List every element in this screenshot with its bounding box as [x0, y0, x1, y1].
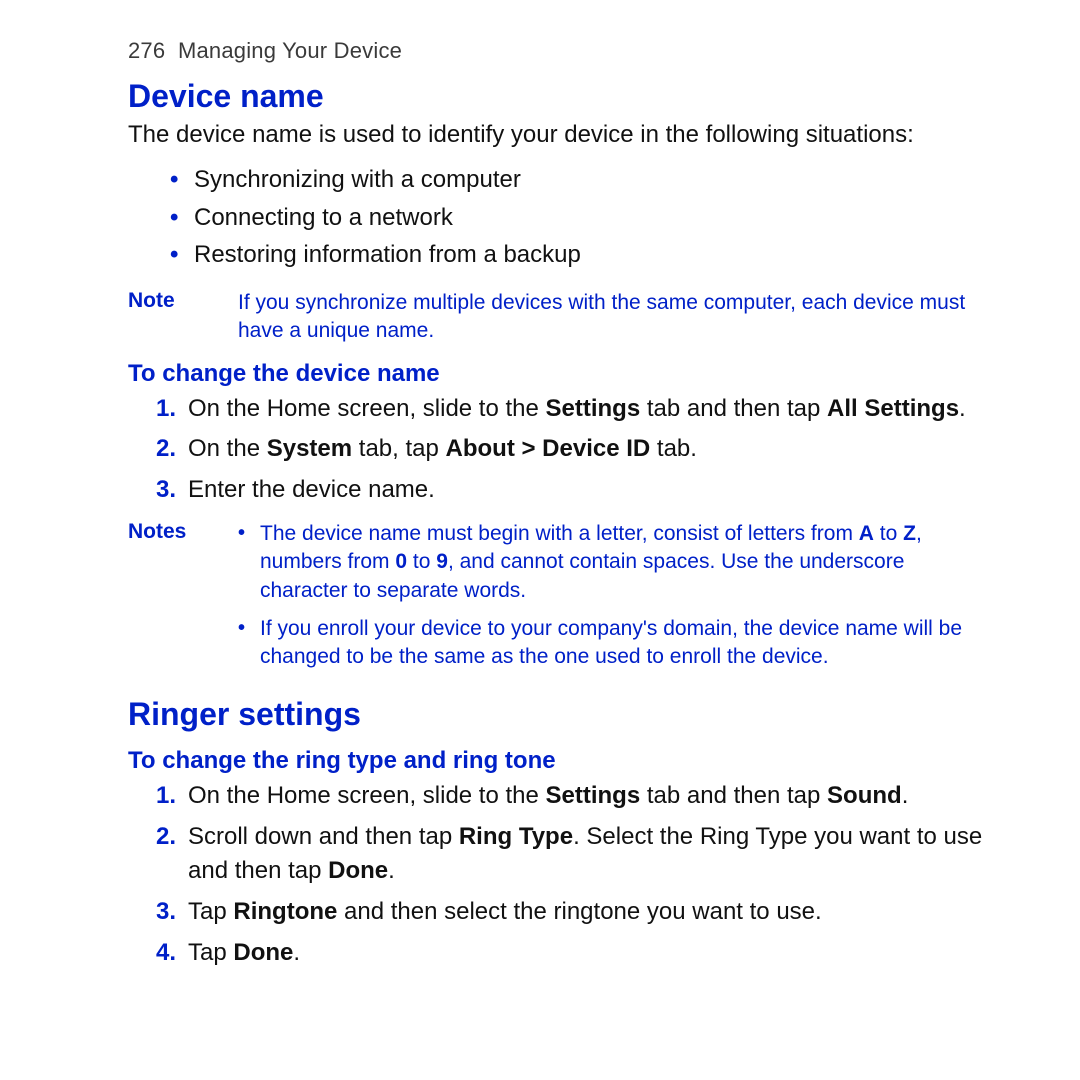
- note-body: If you synchronize multiple devices with…: [238, 289, 988, 346]
- list-item: Synchronizing with a computer: [170, 161, 988, 198]
- section-heading-device-name: Device name: [128, 78, 988, 115]
- step-item: Scroll down and then tap Ring Type. Sele…: [156, 820, 988, 890]
- ordered-steps-device-name: On the Home screen, slide to the Setting…: [128, 392, 988, 508]
- bullet-list-device-name: Synchronizing with a computer Connecting…: [128, 161, 988, 273]
- step-item: On the System tab, tap About > Device ID…: [156, 432, 988, 467]
- intro-text: The device name is used to identify your…: [128, 119, 988, 151]
- ordered-steps-ringer: On the Home screen, slide to the Setting…: [128, 779, 988, 971]
- step-item: On the Home screen, slide to the Setting…: [156, 779, 988, 814]
- section-heading-ringer-settings: Ringer settings: [128, 696, 988, 733]
- step-item: Tap Done.: [156, 936, 988, 971]
- note-block: Note If you synchronize multiple devices…: [128, 289, 988, 346]
- step-item: On the Home screen, slide to the Setting…: [156, 392, 988, 427]
- note-label: Note: [128, 289, 206, 346]
- step-item: Tap Ringtone and then select the rington…: [156, 895, 988, 930]
- document-page: 276 Managing Your Device Device name The…: [0, 0, 1080, 1080]
- step-item: Enter the device name.: [156, 473, 988, 508]
- chapter-title: Managing Your Device: [178, 38, 402, 63]
- page-number: 276: [128, 38, 165, 63]
- note-item: If you enroll your device to your compan…: [238, 615, 988, 672]
- note-item: The device name must begin with a letter…: [238, 520, 988, 605]
- list-item: Restoring information from a backup: [170, 236, 988, 273]
- notes-label: Notes: [128, 520, 206, 682]
- list-item: Connecting to a network: [170, 199, 988, 236]
- subheading-change-ring: To change the ring type and ring tone: [128, 747, 988, 775]
- notes-body: The device name must begin with a letter…: [238, 520, 988, 682]
- running-head: 276 Managing Your Device: [128, 38, 988, 64]
- notes-block: Notes The device name must begin with a …: [128, 520, 988, 682]
- subheading-change-device-name: To change the device name: [128, 360, 988, 388]
